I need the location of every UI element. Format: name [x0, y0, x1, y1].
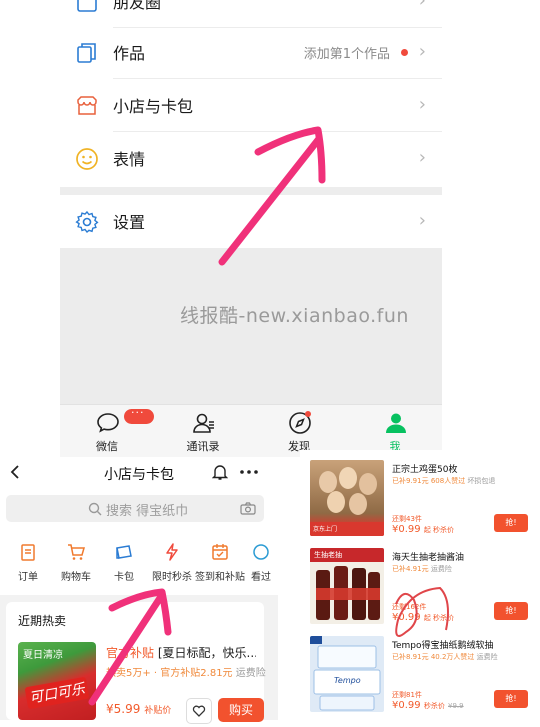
list-item[interactable]: Tempo Tempo得宝抽纸鹅绒软抽 已补8.91元 40.2万人赞过 运费险… [300, 630, 540, 718]
shortcut-label: 订单 [18, 572, 38, 583]
product-meta: 已补9.91元 608人赞过 坏损包退 [392, 477, 496, 485]
product-name: 海天生抽老抽酱油 [392, 553, 465, 563]
stock-left: 还剩81件 [392, 691, 422, 699]
product-price: ¥0.99 起 秒杀价 [392, 612, 455, 623]
shortcut-orders[interactable]: 订单 [1, 540, 55, 583]
search-icon [88, 502, 102, 516]
product-meta: 已补8.91元 40.2万人赞过 运费险 [392, 653, 498, 661]
shortcut-cart[interactable]: 购物车 [49, 540, 103, 583]
menu-label: 表情 [113, 150, 146, 169]
discover-compass-icon [289, 411, 311, 434]
thumb-badge: Tempo [334, 676, 361, 685]
shortcut-cards[interactable]: 卡包 [97, 540, 151, 583]
product-image-banner: 夏日清凉 [23, 650, 63, 661]
me-icon [386, 413, 406, 433]
thumb-badge: 京东上门 [313, 526, 338, 533]
history-icon [253, 544, 269, 560]
shop-icon [77, 96, 97, 115]
menu-label: 朋友圈 [113, 0, 162, 12]
hot-sale-card: 近期热卖 夏日清凉 可口可乐 官方补贴 [夏日标配，快乐... 热卖5万+ · … [6, 602, 266, 724]
tissue-illustration [310, 636, 381, 711]
section-title: 近期热卖 [18, 614, 67, 628]
shortcut-row: 订单 购物车 卡包 限时秒杀 签到和补贴 看过 [0, 540, 278, 588]
page-title: 小店与卡包 [104, 467, 174, 483]
search-placeholder: 搜索 得宝纸巾 [106, 504, 189, 519]
chevron-right-icon: › [418, 147, 426, 168]
chevron-right-icon: › [418, 0, 426, 11]
shortcut-label: 卡包 [114, 572, 134, 583]
product-thumbnail: 京东上门 [310, 460, 384, 536]
menu-row-stickers[interactable]: 表情 › [60, 132, 442, 185]
bell-icon[interactable] [212, 463, 228, 481]
chevron-right-icon: › [418, 210, 426, 231]
heart-icon [192, 705, 206, 717]
back-arrow-icon[interactable] [8, 464, 22, 480]
list-item[interactable]: 生抽老抽 海天生抽老抽酱油 已补4.91元 运费险 还剩162件 ¥0.99 起… [300, 542, 540, 630]
emoji-icon [76, 148, 98, 170]
buy-button[interactable]: 购买 [218, 698, 264, 722]
grab-button[interactable]: 抢! [494, 514, 528, 532]
brand-logo: 可口可乐 [24, 676, 90, 710]
tab-label: 微信 [96, 440, 118, 453]
red-dot-icon [401, 49, 408, 56]
menu-label: 小店与卡包 [113, 97, 194, 116]
menu-row-shop-and-wallet[interactable]: 小店与卡包 › [60, 79, 442, 132]
cart-icon [68, 544, 85, 560]
camera-icon[interactable] [240, 502, 256, 515]
product-thumbnail: 生抽老抽 [310, 548, 384, 624]
works-hint: 添加第1个作品 [303, 47, 390, 62]
shortcut-flash-sale[interactable]: 限时秒杀 [145, 540, 199, 583]
flash-sale-list: 京东上门 正宗土鸡蛋50枚 已补9.91元 608人赞过 坏损包退 还剩43件 … [300, 450, 540, 720]
flash-sale-icon [166, 543, 178, 561]
product-price: ¥0.99 起 秒杀价 [392, 524, 455, 535]
shortcut-label: 看过 [251, 572, 271, 583]
stock-left: 还剩162件 [392, 603, 427, 611]
product-name: 正宗土鸡蛋50枚 [392, 465, 458, 475]
menu-row-settings[interactable]: 设置 › [60, 195, 442, 248]
tab-contacts[interactable]: 通讯录 [168, 405, 238, 457]
contacts-icon [193, 413, 214, 433]
grab-button[interactable]: 抢! [494, 602, 528, 620]
shortcut-label: 购物车 [61, 572, 91, 583]
thumb-badge: 生抽老抽 [314, 551, 342, 559]
order-icon [21, 544, 35, 561]
card-icon [116, 545, 132, 559]
product-price: ¥5.99 补贴价 [106, 702, 172, 716]
checkin-icon [212, 544, 228, 560]
section-separator [60, 187, 442, 195]
product-price: ¥0.99 秒杀价 ¥9.9 [392, 700, 464, 711]
menu-row-works[interactable]: 作品 添加第1个作品 › [60, 26, 442, 79]
menu-label: 作品 [113, 44, 146, 63]
watermark-text: 线报酷-new.xianbao.fun [180, 305, 409, 327]
product-image[interactable]: 夏日清凉 可口可乐 [18, 642, 96, 720]
grab-button[interactable]: 抢! [494, 690, 528, 708]
tab-chats[interactable]: ··· 微信 [72, 405, 154, 457]
search-input[interactable]: 搜索 得宝纸巾 [6, 495, 264, 522]
product-meta: 已补4.91元 运费险 [392, 565, 452, 573]
chevron-right-icon: › [418, 41, 426, 62]
menu-label: 设置 [113, 213, 146, 232]
shortcut-label: 签到和补贴 [195, 572, 245, 583]
stock-left: 还剩43件 [392, 515, 422, 523]
chevron-right-icon: › [418, 94, 426, 115]
product-thumbnail: Tempo [310, 636, 384, 712]
shortcut-label: 限时秒杀 [152, 572, 192, 583]
product-meta: 热卖5万+ · 官方补贴2.81元 运费险 [106, 668, 266, 679]
more-icon[interactable] [240, 470, 258, 474]
shortcut-history[interactable]: 看过 [241, 540, 281, 583]
unread-badge: ··· [124, 406, 154, 424]
list-item[interactable]: 京东上门 正宗土鸡蛋50枚 已补9.91元 608人赞过 坏损包退 还剩43件 … [300, 454, 540, 542]
product-name: Tempo得宝抽纸鹅绒软抽 [392, 641, 494, 651]
moments-icon [77, 0, 97, 12]
tab-label: 通讯录 [186, 440, 220, 453]
product-title[interactable]: 官方补贴 [夏日标配，快乐... [106, 644, 256, 661]
menu-row-moments[interactable]: 朋友圈 › [60, 0, 442, 28]
chat-icon [97, 413, 119, 433]
wechat-me-screenshot: 朋友圈 › 作品 添加第1个作品 › 小店与卡包 › 表情 › 设置 › 线报酷… [0, 0, 540, 460]
card-wallet-screenshot: 小店与卡包 搜索 得宝纸巾 订单 购物车 卡包 限时秒杀 签到和补贴 看过 近期… [0, 460, 278, 724]
favorite-button[interactable] [186, 698, 212, 724]
shortcut-checkin[interactable]: 签到和补贴 [193, 540, 247, 583]
works-icon [77, 43, 96, 63]
settings-icon [75, 210, 99, 234]
